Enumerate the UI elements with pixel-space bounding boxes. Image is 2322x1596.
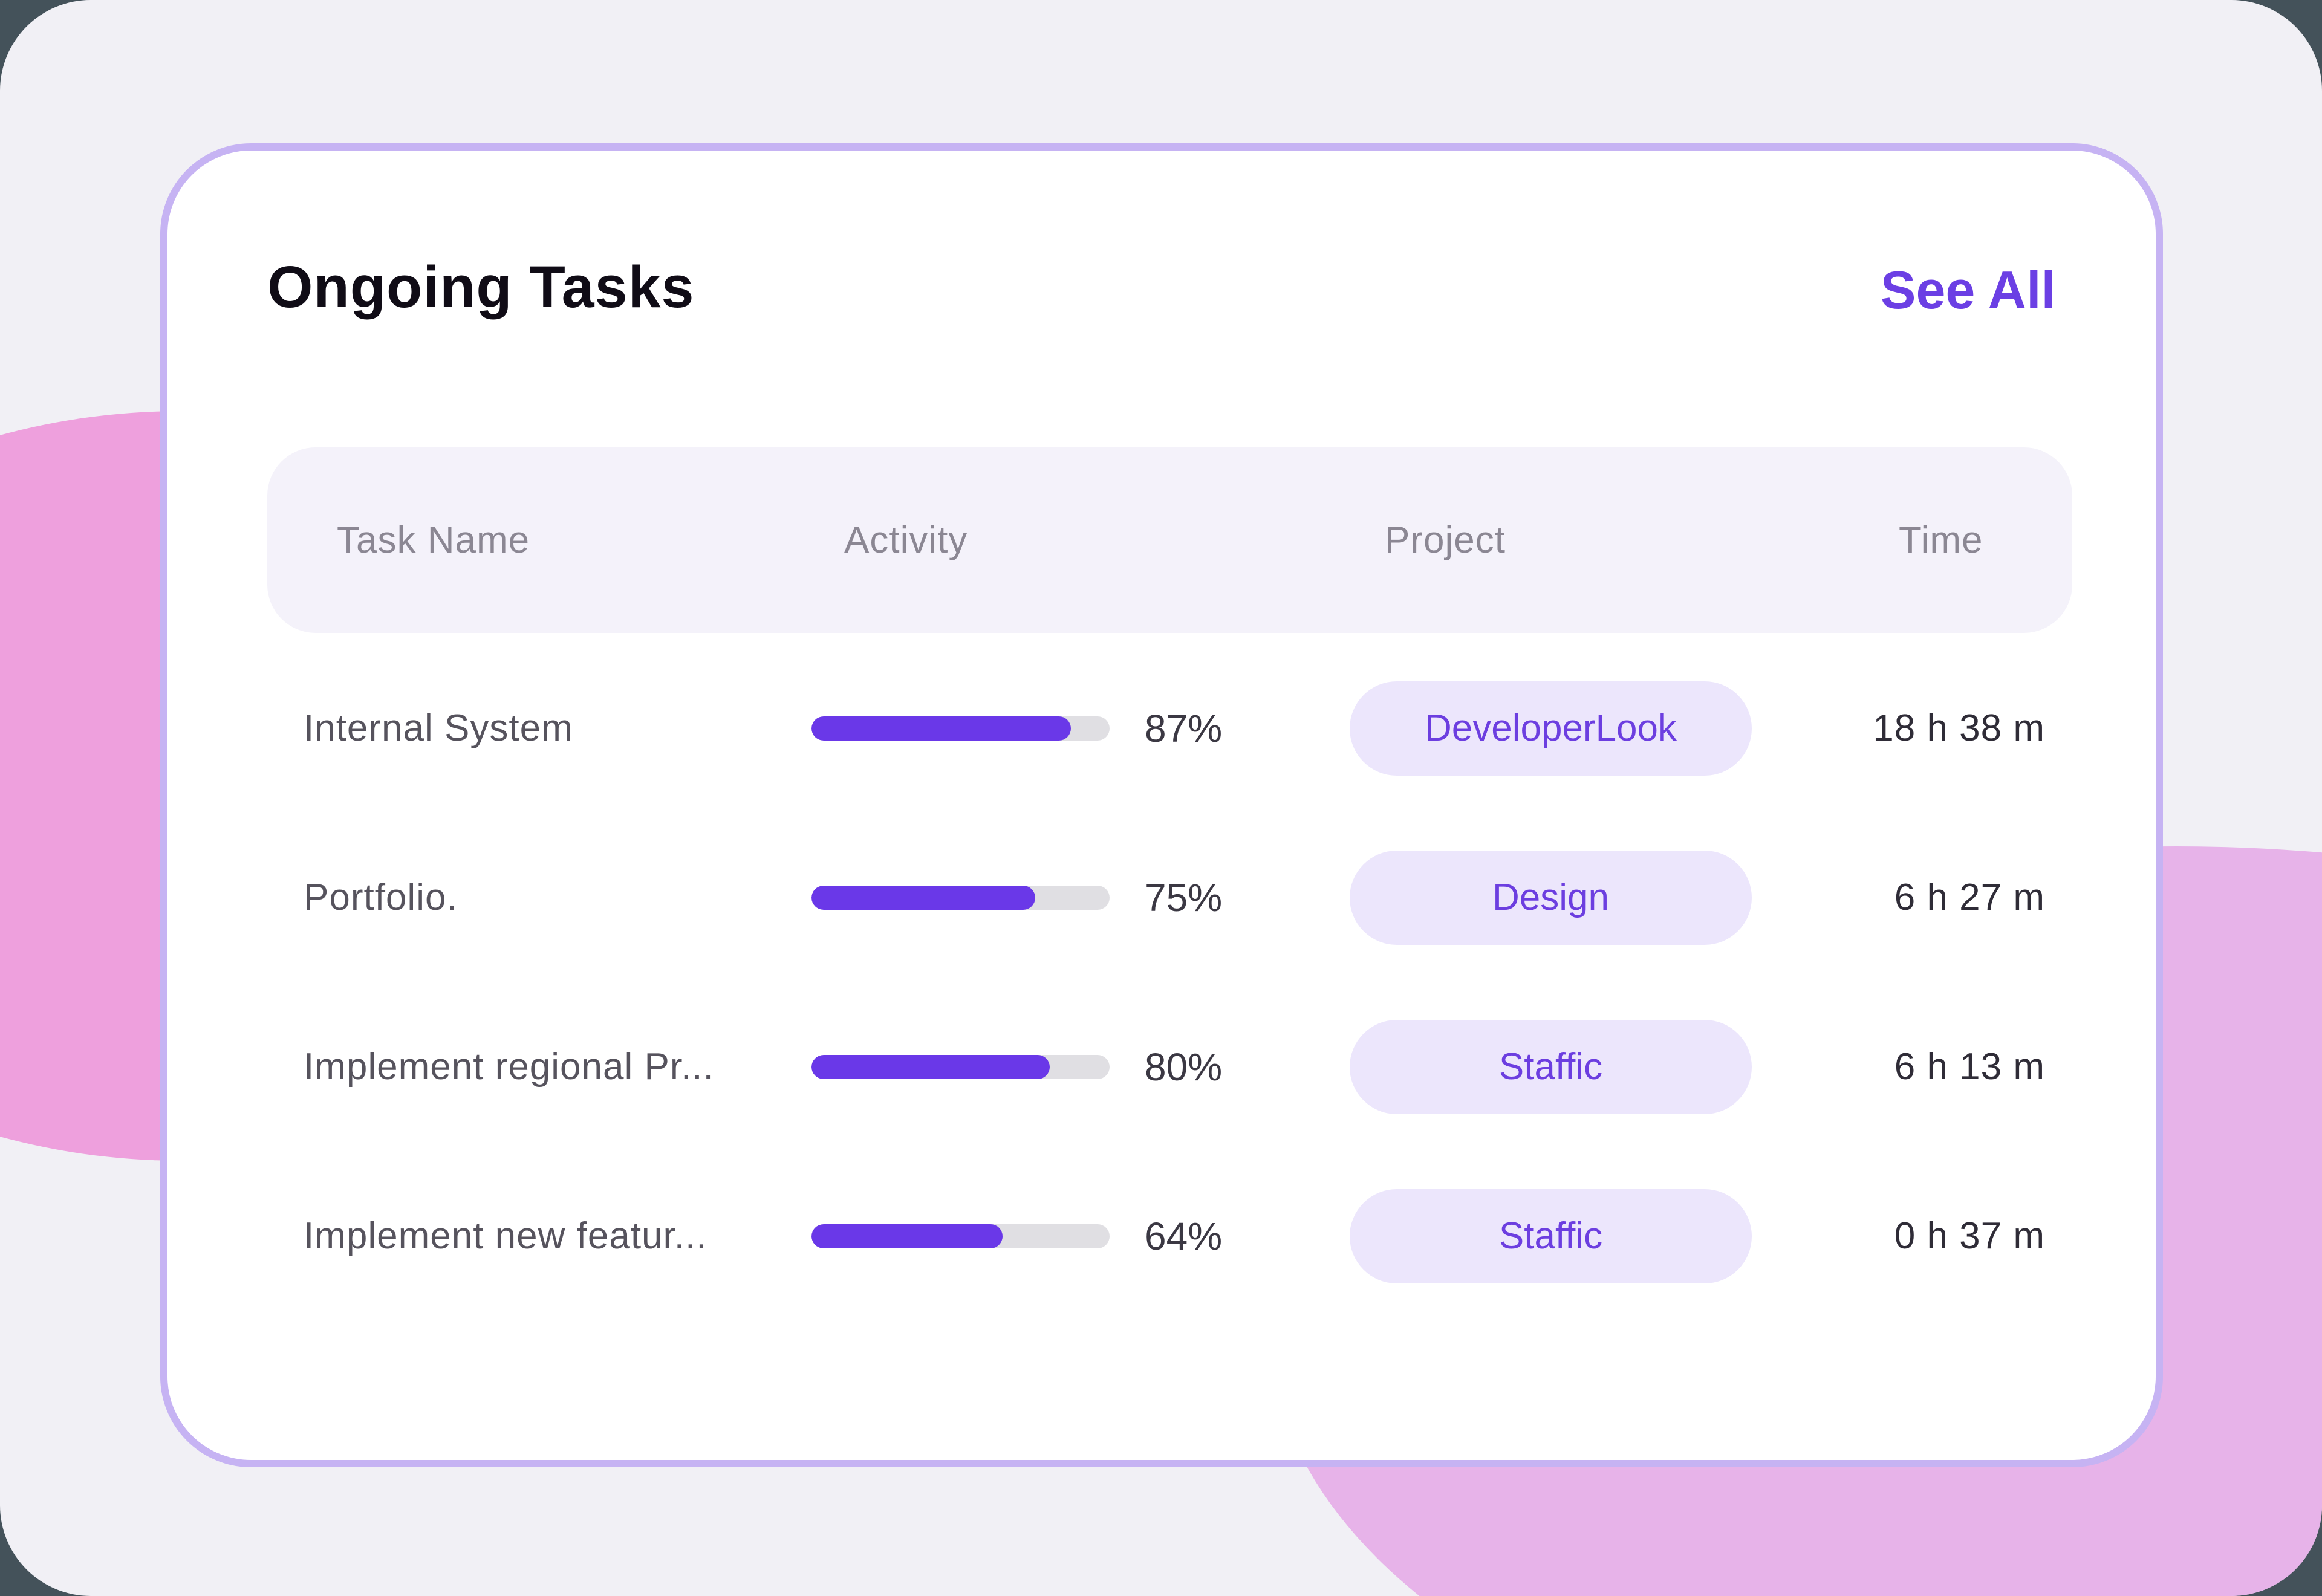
activity-percent: 80% (1145, 982, 1222, 1152)
table-row[interactable]: Internal System 87% DeveloperLook 18 h 3… (167, 644, 2156, 813)
activity-percent: 87% (1145, 644, 1222, 813)
column-header-time: Time (1899, 447, 1983, 633)
activity-fill (811, 1224, 1003, 1248)
activity-bar (811, 886, 1110, 910)
activity-fill (811, 1055, 1050, 1079)
time-value: 0 h 37 m (1619, 1152, 2045, 1321)
time-value: 18 h 38 m (1619, 644, 2045, 813)
time-value: 6 h 13 m (1619, 982, 2045, 1152)
activity-track (811, 716, 1110, 741)
activity-bar (811, 1055, 1110, 1079)
page-background: Ongoing Tasks See All Task Name Activity… (0, 0, 2322, 1596)
activity-bar (811, 1224, 1110, 1248)
table-header-row: Task Name Activity Project Time (267, 447, 2072, 633)
task-name: Internal System (304, 644, 573, 813)
task-name: Portfolio. (304, 813, 458, 982)
ongoing-tasks-card: Ongoing Tasks See All Task Name Activity… (160, 143, 2163, 1467)
activity-percent: 75% (1145, 813, 1222, 982)
page-title: Ongoing Tasks (267, 252, 694, 322)
task-name: Implement new featur... (304, 1152, 707, 1321)
activity-track (811, 886, 1110, 910)
see-all-link[interactable]: See All (1881, 258, 2056, 322)
column-header-task-name: Task Name (337, 447, 530, 633)
time-value: 6 h 27 m (1619, 813, 2045, 982)
screen: Ongoing Tasks See All Task Name Activity… (0, 0, 2322, 1596)
activity-track (811, 1055, 1110, 1079)
column-header-project: Project (1385, 447, 1506, 633)
table-row[interactable]: Implement new featur... 64% Staffic 0 h … (167, 1152, 2156, 1321)
activity-fill (811, 886, 1035, 910)
activity-bar (811, 716, 1110, 741)
activity-track (811, 1224, 1110, 1248)
table-row[interactable]: Portfolio. 75% Design 6 h 27 m (167, 813, 2156, 982)
column-header-activity: Activity (844, 447, 968, 633)
activity-fill (811, 716, 1071, 741)
activity-percent: 64% (1145, 1152, 1222, 1321)
task-name: Implement regional Pr... (304, 982, 714, 1152)
table-row[interactable]: Implement regional Pr... 80% Staffic 6 h… (167, 982, 2156, 1152)
